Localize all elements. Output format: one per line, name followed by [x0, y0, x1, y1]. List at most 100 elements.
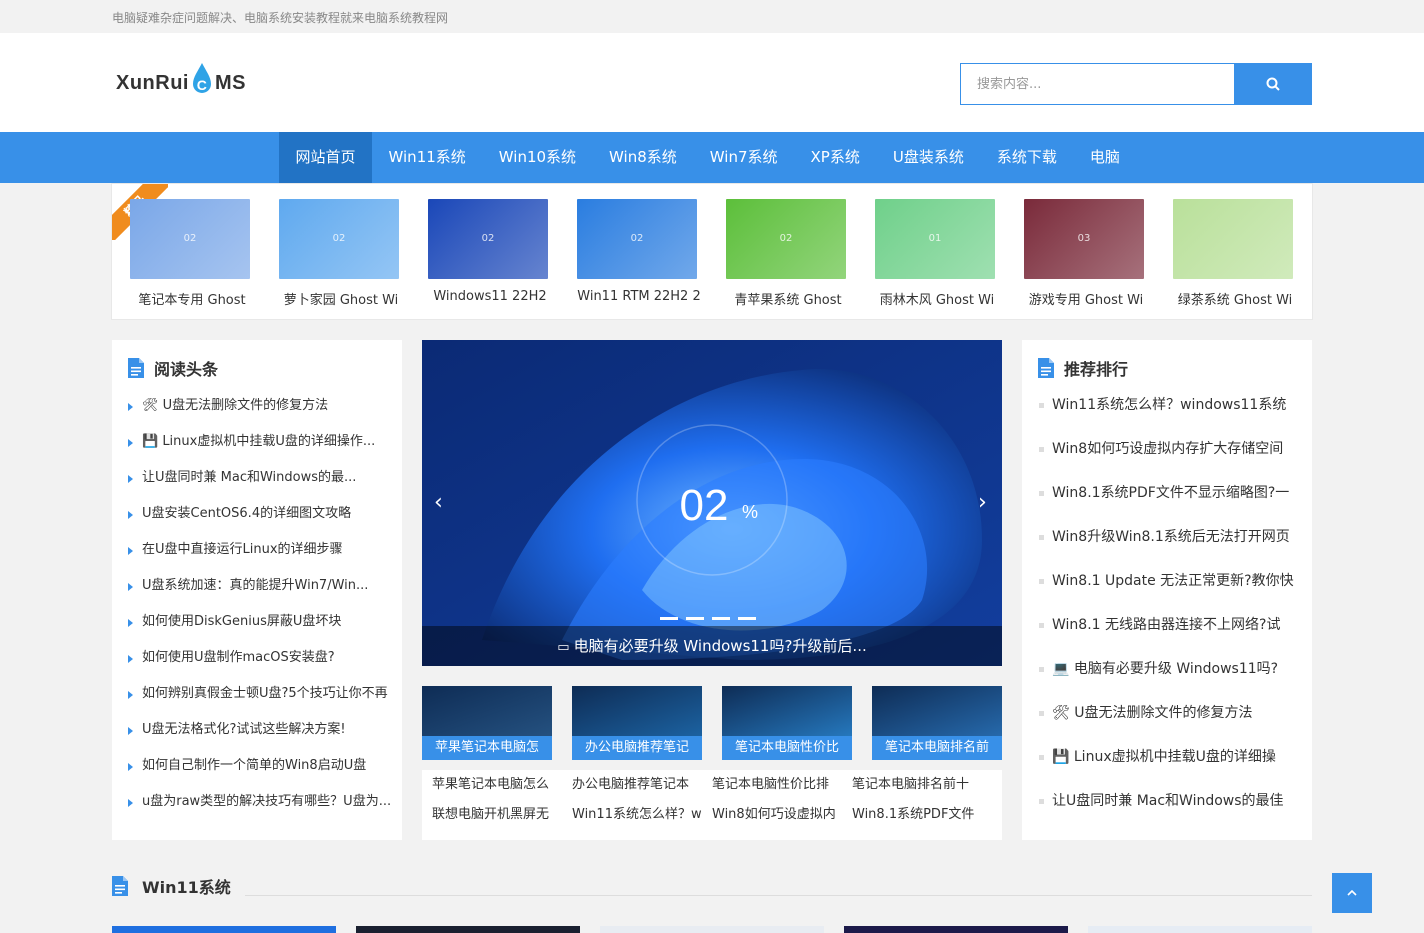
nav-item[interactable]: 系统下载	[980, 132, 1073, 183]
grid-link[interactable]: Win8.1系统PDF文件	[842, 800, 982, 830]
featured-item[interactable]: 02 Win11 RTM 22H2 2	[569, 199, 709, 304]
headline-link[interactable]: u盘为raw类型的解决技巧有哪些？U盘为...	[112, 784, 402, 820]
slider-dots[interactable]	[660, 617, 756, 620]
headline-link[interactable]: 如何自己制作一个简单的Win8启动U盘	[112, 748, 402, 784]
ranking-link[interactable]: Win8.1系统PDF文件不显示缩略图?一	[1022, 471, 1312, 515]
featured-item[interactable]: 03 游戏专用 Ghost Wi	[1016, 199, 1156, 308]
featured-thumb: 02	[726, 199, 846, 279]
ranking-link[interactable]: 💻 电脑有必要升级 Windows11吗?	[1022, 647, 1312, 691]
featured-item[interactable]: 01 雨林木风 Ghost Wi	[867, 199, 1007, 308]
article-card[interactable]: 办公电脑推荐笔记	[572, 686, 702, 760]
featured-caption[interactable]: 绿茶系统 Ghost Wi	[1165, 289, 1305, 308]
grid-link[interactable]: 苹果笔记本电脑怎么	[422, 770, 562, 800]
nav-item[interactable]: U盘装系统	[876, 132, 980, 183]
svg-text:C: C	[197, 77, 208, 93]
headline-link[interactable]: 如何使用DiskGenius屏蔽U盘坏块	[112, 604, 402, 640]
featured-cards: 苹果笔记本电脑怎 办公电脑推荐笔记 笔记本电脑性价比 笔记本电脑排名前	[422, 686, 1002, 760]
grid-link[interactable]: 办公电脑推荐笔记本	[562, 770, 702, 800]
logo-text-left: XunRui	[116, 71, 189, 94]
nav-item[interactable]: XP系统	[794, 132, 876, 183]
featured-caption[interactable]: 游戏专用 Ghost Wi	[1016, 289, 1156, 308]
section-thumb[interactable]	[1088, 926, 1312, 933]
featured-strip: 精品 02笔记本专用 Ghost02萝卜家园 Ghost Wi02Windows…	[111, 183, 1313, 320]
headline-link[interactable]: 如何辨别真假金士顿U盘?5个技巧让你不再	[112, 676, 402, 712]
slider-next-button[interactable]: ›	[978, 490, 987, 515]
search-input[interactable]	[960, 63, 1234, 105]
headline-link[interactable]: 在U盘中直接运行Linux的详细步骤	[112, 532, 402, 568]
logo-drop-icon: C	[190, 63, 214, 97]
featured-thumb: 01	[875, 199, 995, 279]
featured-item[interactable]: 02 笔记本专用 Ghost	[122, 199, 262, 308]
search-icon	[1266, 77, 1280, 91]
ranking-link[interactable]: Win8如何巧设虚拟内存扩大存储空间	[1022, 427, 1312, 471]
article-card[interactable]: 笔记本电脑排名前	[872, 686, 1002, 760]
featured-item[interactable]: 02 Windows11 22H2	[420, 199, 560, 304]
ranking-link[interactable]: 让U盘同时兼 Mac和Windows的最佳	[1022, 779, 1312, 823]
card-label: 苹果笔记本电脑怎	[422, 736, 552, 760]
thumb-text: 02	[779, 233, 793, 244]
featured-caption[interactable]: 青苹果系统 Ghost	[718, 289, 858, 308]
document-icon	[112, 876, 128, 896]
nav-item[interactable]: Win8系统	[593, 132, 694, 183]
nav-item[interactable]: Win11系统	[372, 132, 482, 183]
site-logo[interactable]: XunRui C MS	[116, 63, 246, 97]
section-thumb[interactable]	[600, 926, 824, 933]
top-bar: 电脑疑难杂症问题解决、电脑系统安装教程就来电脑系统教程网	[0, 0, 1424, 33]
headline-link[interactable]: U盘安装CentOS6.4的详细图文攻略	[112, 496, 402, 532]
search-box	[960, 63, 1312, 105]
grid-link[interactable]: 笔记本电脑性价比排	[702, 770, 842, 800]
ranking-link[interactable]: 🛠 U盘无法删除文件的修复方法	[1022, 691, 1312, 735]
featured-caption[interactable]: Windows11 22H2	[420, 289, 560, 304]
svg-text:%: %	[742, 502, 758, 522]
grid-link[interactable]: 笔记本电脑排名前十	[842, 770, 982, 800]
headline-link[interactable]: 如何使用U盘制作macOS安装盘?	[112, 640, 402, 676]
slider-prev-button[interactable]: ‹	[434, 490, 443, 515]
article-card[interactable]: 苹果笔记本电脑怎	[422, 686, 552, 760]
grid-link[interactable]: Win11系统怎么样？w	[562, 800, 702, 830]
featured-thumb	[1173, 199, 1293, 279]
featured-item[interactable]: 02 青苹果系统 Ghost	[718, 199, 858, 308]
monitor-icon: ▭	[557, 640, 574, 655]
nav-item[interactable]: 电脑	[1073, 132, 1136, 183]
nav-item[interactable]: Win7系统	[693, 132, 794, 183]
section-thumb[interactable]	[844, 926, 1068, 933]
featured-item[interactable]: 02 萝卜家园 Ghost Wi	[271, 199, 411, 308]
section-thumb[interactable]	[112, 926, 336, 933]
featured-caption[interactable]: 萝卜家园 Ghost Wi	[271, 289, 411, 308]
back-to-top-button[interactable]	[1332, 873, 1372, 913]
featured-thumb: 02	[577, 199, 697, 279]
ranking-link[interactable]: 💾 Linux虚拟机中挂载U盘的详细操	[1022, 735, 1312, 779]
ranking-link[interactable]: Win8.1 无线路由器连接不上网络?试	[1022, 603, 1312, 647]
card-label: 笔记本电脑性价比	[722, 736, 852, 760]
hero-slider[interactable]: 02 % ‹ › ▭ 电脑有必要升级 Windows11吗?升级前后...	[422, 340, 1002, 666]
headline-link[interactable]: 让U盘同时兼 Mac和Windows的最...	[112, 460, 402, 496]
reading-headlines-panel: 阅读头条 🛠 U盘无法删除文件的修复方法 💾 Linux虚拟机中挂载U盘的详细操作…	[112, 340, 402, 840]
grid-link[interactable]: Win8如何巧设虚拟内	[702, 800, 842, 830]
nav-item[interactable]: Win10系统	[482, 132, 592, 183]
thumb-text: 02	[481, 233, 495, 244]
headline-link[interactable]: U盘无法格式化?试试这些解决方案!	[112, 712, 402, 748]
thumb-text: 01	[928, 233, 942, 244]
logo-text-right: MS	[215, 71, 246, 94]
featured-caption[interactable]: Win11 RTM 22H2 2	[569, 289, 709, 304]
headline-link[interactable]: 💾 Linux虚拟机中挂载U盘的详细操作...	[112, 424, 402, 460]
headline-link[interactable]: 🛠 U盘无法删除文件的修复方法	[112, 388, 402, 424]
ranking-link[interactable]: Win8.1 Update 无法正常更新?教你快	[1022, 559, 1312, 603]
svg-text:02: 02	[680, 481, 729, 530]
panel-title: 阅读头条	[128, 356, 218, 380]
slider-caption[interactable]: ▭ 电脑有必要升级 Windows11吗?升级前后...	[422, 626, 1002, 666]
recommend-ranking-panel: 推荐排行 Win11系统怎么样？windows11系统 Win8如何巧设虚拟内存扩…	[1022, 340, 1312, 840]
article-card[interactable]: 笔记本电脑性价比	[722, 686, 852, 760]
ranking-link[interactable]: Win11系统怎么样？windows11系统	[1022, 383, 1312, 427]
thumb-text: 03	[1077, 233, 1091, 244]
featured-caption[interactable]: 笔记本专用 Ghost	[122, 289, 262, 308]
ranking-link[interactable]: Win8升级Win8.1系统后无法打开网页	[1022, 515, 1312, 559]
grid-link[interactable]: 联想电脑开机黑屏无	[422, 800, 562, 830]
featured-caption[interactable]: 雨林木风 Ghost Wi	[867, 289, 1007, 308]
headline-link[interactable]: U盘系统加速：真的能提升Win7/Win...	[112, 568, 402, 604]
section-thumb[interactable]	[356, 926, 580, 933]
nav-item[interactable]: 网站首页	[279, 132, 373, 183]
thumb-text: 02	[630, 233, 644, 244]
search-button[interactable]	[1234, 63, 1312, 105]
featured-item[interactable]: 绿茶系统 Ghost Wi	[1165, 199, 1305, 308]
